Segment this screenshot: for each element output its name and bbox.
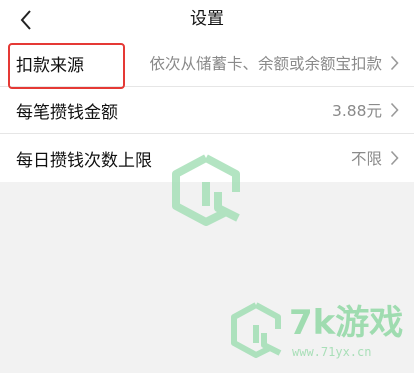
- chevron-right-icon: [388, 102, 400, 118]
- watermark-brand-text: 7k游戏: [289, 303, 404, 343]
- setting-value: 3.88元: [331, 102, 382, 120]
- chevron-right-icon: [388, 150, 400, 166]
- watermark-brand-icon: [231, 302, 282, 358]
- page-title: 设置: [190, 9, 224, 29]
- watermark-url: www.71yx.cn: [292, 345, 372, 359]
- settings-screen: 设置 扣款来源 依次从储蓄卡、余额或余额宝扣款 每笔攒钱金额 3.88元 每日攒…: [0, 0, 414, 373]
- chevron-right-icon: [388, 55, 400, 71]
- setting-row-amount-per-save[interactable]: 每笔攒钱金额 3.88元: [0, 87, 414, 134]
- setting-label: 扣款来源: [16, 55, 84, 76]
- setting-row-deduction-source[interactable]: 扣款来源 依次从储蓄卡、余额或余额宝扣款: [0, 40, 414, 87]
- navigation-bar: 设置: [0, 0, 414, 40]
- setting-label: 每笔攒钱金额: [16, 102, 118, 123]
- watermark-logo-icon: [172, 154, 240, 226]
- setting-value: 不限: [350, 150, 382, 168]
- setting-label: 每日攒钱次数上限: [16, 150, 152, 171]
- setting-value: 依次从储蓄卡、余额或余额宝扣款: [149, 55, 382, 73]
